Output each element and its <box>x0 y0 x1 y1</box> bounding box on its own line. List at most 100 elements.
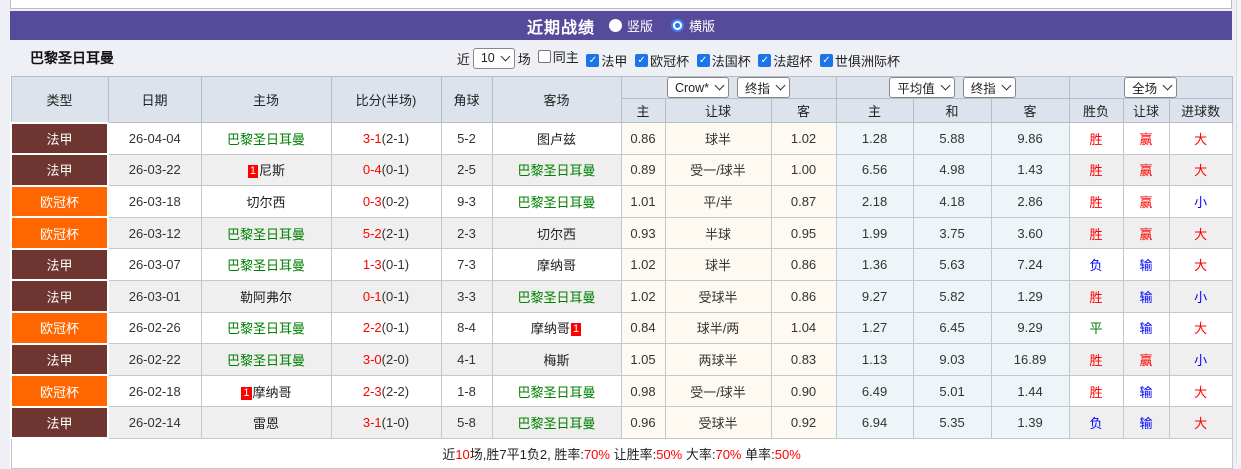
handicap-line: 球半 <box>664 122 772 155</box>
radio-selected-icon[interactable] <box>671 19 684 32</box>
team-link[interactable]: 巴黎圣日耳曼 <box>517 195 595 210</box>
league-filter-checkbox[interactable]: ✓ 法国杯 <box>696 51 751 70</box>
corner-score: 3-3 <box>440 279 493 313</box>
score-cell: 2-3(2-2) <box>330 374 442 408</box>
away-team-cell: 摩纳哥 <box>491 248 622 281</box>
odds-selects-row: 类型 日期 主场 比分(半场) 角球 客场 Crow* 终指 平均值 终指 全场 <box>10 76 1233 123</box>
team-link[interactable]: 切尔西 <box>537 227 576 242</box>
handicap-odds-home: 1.05 <box>620 343 666 376</box>
league-filter-checkbox[interactable]: ✓ 法超杯 <box>758 51 812 70</box>
result-winloss: 胜 <box>1068 374 1124 408</box>
league-badge: 法甲 <box>10 153 109 187</box>
match-row: 欧冠杯 26-02-18 1 摩纳哥 2-3(2-2) 1-8 巴黎圣日耳曼 0.… <box>10 374 1233 408</box>
matches-label: 场 <box>517 51 531 67</box>
avg-odds-away: 9.29 <box>990 311 1070 345</box>
avg-odds-draw: 6.45 <box>912 311 992 345</box>
red-card-badge: 1 <box>247 165 259 179</box>
handicap-odds-home: 0.84 <box>620 311 666 345</box>
checkbox-icon[interactable]: ✓ <box>586 53 600 67</box>
match-row: 法甲 26-02-14 雷恩 3-1(1-0) 5-8 巴黎圣日耳曼 0.96 … <box>10 405 1233 440</box>
league-filter-checkbox[interactable]: ✓ 法甲 <box>586 51 627 70</box>
team-link[interactable]: 图卢兹 <box>537 132 576 147</box>
team-link[interactable]: 尼斯 <box>259 163 285 178</box>
checkbox-icon[interactable]: ✓ <box>819 53 833 67</box>
chevron-down-icon <box>940 80 951 91</box>
result-handicap: 赢 <box>1122 343 1170 376</box>
bookmaker-time-value: 终指 <box>745 82 771 96</box>
avg-odds-home: 1.28 <box>835 122 914 155</box>
average-select[interactable]: 平均值 <box>889 77 955 98</box>
bookmaker-selects-cell: Crow* 终指 <box>620 76 837 99</box>
avg-odds-away: 1.29 <box>990 279 1070 313</box>
team-link[interactable]: 摩纳哥 <box>537 258 576 273</box>
away-team-cell: 巴黎圣日耳曼 <box>491 153 622 187</box>
team-link[interactable]: 勒阿弗尔 <box>240 290 292 305</box>
avg-odds-away: 1.43 <box>990 153 1070 187</box>
checkbox-label: 法国杯 <box>711 53 751 69</box>
score-cell: 3-0(2-0) <box>330 343 442 376</box>
league-filter-checkbox[interactable]: ✓ 世俱洲际杯 <box>819 51 900 70</box>
home-team-cell: 雷恩 <box>200 406 332 439</box>
result-goals: 大 <box>1168 311 1233 345</box>
league-filter-checkbox[interactable]: ✓ 欧冠杯 <box>635 51 689 70</box>
score-cell: 5-2(2-1) <box>330 216 442 250</box>
avg-odds-draw: 3.75 <box>912 216 992 250</box>
team-link[interactable]: 巴黎圣日耳曼 <box>227 353 305 368</box>
team-link[interactable]: 巴黎圣日耳曼 <box>227 227 305 242</box>
team-link[interactable]: 巴黎圣日耳曼 <box>517 290 595 305</box>
radio-horizontal-layout[interactable]: 横版 <box>671 16 715 35</box>
team-link[interactable]: 摩纳哥 <box>253 385 292 400</box>
team-link[interactable]: 切尔西 <box>246 195 285 210</box>
handicap-odds-away: 0.83 <box>770 343 837 376</box>
score-cell: 3-1(2-1) <box>330 122 442 155</box>
team-link[interactable]: 巴黎圣日耳曼 <box>517 385 595 400</box>
summary-segment: 10 <box>455 447 470 463</box>
team-link[interactable]: 巴黎圣日耳曼 <box>227 258 305 273</box>
avg-odds-away: 1.39 <box>990 406 1070 439</box>
avg-odds-away: 3.60 <box>990 216 1070 250</box>
score-cell: 0-1(0-1) <box>330 279 442 313</box>
team-link[interactable]: 巴黎圣日耳曼 <box>517 416 595 431</box>
summary-segment: 50% <box>774 447 801 463</box>
scope-select[interactable]: 全场 <box>1124 77 1178 98</box>
filter-bar: 巴黎圣日耳曼 近 10 场 同主 ✓ 法甲 ✓ 欧冠杯 ✓ 法国杯 ✓ 法超杯 … <box>10 40 1232 76</box>
team-link[interactable]: 雷恩 <box>253 416 279 431</box>
col-avg-home: 主 <box>835 98 914 123</box>
result-handicap: 赢 <box>1122 122 1170 155</box>
radio-unselected-icon[interactable] <box>608 19 622 32</box>
radio-vertical-layout[interactable]: 竖版 <box>608 16 653 35</box>
avg-odds-draw: 9.03 <box>912 343 992 376</box>
result-winloss: 胜 <box>1068 279 1124 313</box>
checkbox-icon[interactable]: ✓ <box>696 53 710 67</box>
average-time-value: 终指 <box>970 82 996 96</box>
team-link[interactable]: 巴黎圣日耳曼 <box>227 321 305 336</box>
checkbox-icon[interactable]: ✓ <box>635 53 649 67</box>
col-type: 类型 <box>10 76 109 123</box>
team-link[interactable]: 摩纳哥 <box>531 321 570 336</box>
team-link[interactable]: 巴黎圣日耳曼 <box>517 163 595 178</box>
team-link[interactable]: 巴黎圣日耳曼 <box>227 132 305 147</box>
team-link[interactable]: 梅斯 <box>543 353 569 368</box>
result-handicap: 输 <box>1122 279 1170 313</box>
result-goals: 大 <box>1168 406 1233 439</box>
avg-odds-home: 2.18 <box>835 185 914 218</box>
corner-score: 4-1 <box>440 343 493 376</box>
result-goals: 小 <box>1168 279 1233 313</box>
home-team-cell: 巴黎圣日耳曼 <box>200 311 332 345</box>
avg-odds-home: 1.36 <box>835 248 914 281</box>
handicap-odds-away: 0.92 <box>770 406 837 439</box>
bookmaker-select[interactable]: Crow* <box>666 77 730 98</box>
summary-segment: 70% <box>715 447 742 463</box>
handicap-odds-home: 1.02 <box>620 248 666 281</box>
scope-select-value: 全场 <box>1132 82 1158 96</box>
bookmaker-time-select[interactable]: 终指 <box>737 77 791 98</box>
average-time-select[interactable]: 终指 <box>962 77 1016 98</box>
handicap-odds-away: 0.95 <box>770 216 837 250</box>
match-row: 法甲 26-04-04 巴黎圣日耳曼 3-1(2-1) 5-2 图卢兹 0.86… <box>10 121 1233 156</box>
scrollbar-track[interactable] <box>1236 0 1241 463</box>
match-count-select[interactable]: 10 <box>472 47 515 69</box>
checkbox-icon[interactable]: ✓ <box>758 53 772 67</box>
handicap-odds-away: 0.90 <box>770 374 837 408</box>
league-filter-checkbox[interactable]: 同主 <box>537 47 579 66</box>
checkbox-icon[interactable] <box>537 49 551 63</box>
